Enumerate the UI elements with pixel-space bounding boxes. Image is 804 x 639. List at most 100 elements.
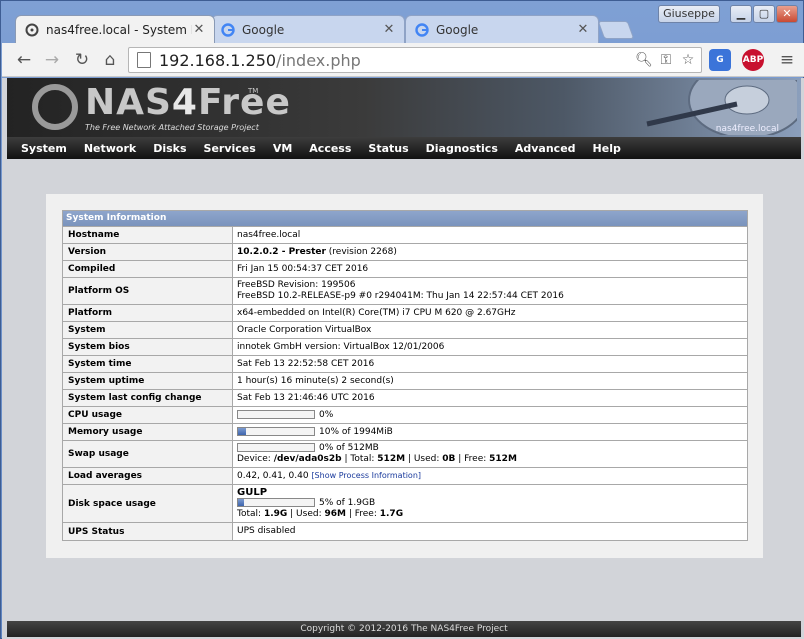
row-label: CPU usage (63, 407, 233, 423)
tab-google-2[interactable]: Google ✕ (405, 15, 599, 43)
platform-os-value: FreeBSD Revision: 199506 FreeBSD 10.2-RE… (233, 278, 747, 304)
key-icon[interactable]: ⚿ (657, 51, 675, 69)
menu-icon[interactable]: ≡ (777, 50, 797, 70)
row-platform-os: Platform OS FreeBSD Revision: 199506 Fre… (63, 277, 747, 304)
row-label: System uptime (63, 373, 233, 389)
row-label: Hostname (63, 227, 233, 243)
row-memory-usage: Memory usage 10% of 1994MiB (63, 423, 747, 440)
close-tab-icon[interactable]: ✕ (576, 22, 590, 37)
nav-advanced[interactable]: Advanced (515, 142, 576, 155)
row-system: System Oracle Corporation VirtualBox (63, 321, 747, 338)
disk-totals-line: Total: 1.9G | Used: 96M | Free: 1.7G (237, 509, 747, 520)
row-label: System last config change (63, 390, 233, 406)
disk-free: 1.7G (379, 509, 404, 519)
disk-total-prefix: Total: (237, 509, 262, 519)
close-tab-icon[interactable]: ✕ (382, 22, 396, 37)
google-favicon-icon (220, 22, 236, 38)
nav-help[interactable]: Help (593, 142, 621, 155)
banner-hostname: nas4free.local (715, 124, 779, 134)
system-information-table: System Information Hostname nas4free.loc… (62, 210, 748, 541)
row-system-time: System time Sat Feb 13 22:52:58 CET 2016 (63, 355, 747, 372)
page-footer: Copyright © 2012-2016 The NAS4Free Proje… (7, 621, 801, 637)
url-text[interactable]: 192.168.1.250/index.php (159, 51, 635, 70)
row-version: Version 10.2.0.2 - Prester (revision 226… (63, 243, 747, 260)
uptime-value: 1 hour(s) 16 minute(s) 2 second(s) (237, 375, 394, 386)
nav-services[interactable]: Services (204, 142, 256, 155)
address-bar[interactable]: 192.168.1.250/index.php 🔍︎ ⚿ ☆ (128, 47, 702, 73)
nav-vm[interactable]: VM (273, 142, 292, 155)
page-icon (137, 52, 151, 68)
logo-prefix: NAS (85, 82, 172, 123)
swap-total-prefix: | Total: (344, 454, 375, 464)
platform-value: x64-embedded on Intel(R) Core(TM) i7 CPU… (237, 307, 516, 318)
user-profile-button[interactable]: Giuseppe (658, 5, 720, 23)
version-value: 10.2.0.2 - Prester (revision 2268) (233, 244, 747, 260)
browser-window: nas4free.local - System Inf ✕ Google ✕ G… (0, 0, 804, 639)
bios-value: innotek GmbH version: VirtualBox 12/01/2… (237, 341, 445, 352)
row-label: System bios (63, 339, 233, 355)
bookmark-star-icon[interactable]: ☆ (679, 51, 697, 69)
row-label: System (63, 322, 233, 338)
swap-usage-value: 0% of 512MB Device: /dev/ada0s2b | Total… (233, 441, 747, 467)
row-label: Platform OS (63, 278, 233, 304)
close-window-icon[interactable]: ✕ (776, 5, 798, 23)
row-label: Swap usage (63, 441, 233, 467)
nav-disks[interactable]: Disks (153, 142, 186, 155)
swap-free: 512M (489, 454, 517, 464)
adblock-plus-icon[interactable]: ABP (742, 49, 764, 71)
row-platform: Platform x64-embedded on Intel(R) Core(T… (63, 304, 747, 321)
row-ups-status: UPS Status UPS disabled (63, 522, 747, 540)
url-path: /index.php (276, 50, 361, 70)
row-label: UPS Status (63, 523, 233, 540)
close-tab-icon[interactable]: ✕ (192, 22, 206, 37)
memory-usage-bar (237, 426, 315, 436)
minimize-icon[interactable]: ▁ (730, 5, 752, 23)
disk-used: 96M (324, 509, 346, 519)
google-translate-icon[interactable]: G (709, 49, 731, 71)
row-label: Compiled (63, 261, 233, 277)
row-system-uptime: System uptime 1 hour(s) 16 minute(s) 2 s… (63, 372, 747, 389)
bar-fill (238, 499, 245, 506)
row-last-config-change: System last config change Sat Feb 13 21:… (63, 389, 747, 406)
nav-status[interactable]: Status (368, 142, 408, 155)
tab-title: nas4free.local - System Inf (46, 22, 192, 37)
row-hostname: Hostname nas4free.local (63, 226, 747, 243)
nav-access[interactable]: Access (309, 142, 351, 155)
tab-google-1[interactable]: Google ✕ (211, 15, 405, 43)
row-label: Load averages (63, 468, 233, 484)
logo-number: 4 (171, 82, 198, 123)
disk-name: GULP (237, 487, 268, 498)
banner-tagline: The Free Network Attached Storage Projec… (85, 123, 259, 132)
row-compiled: Compiled Fri Jan 15 00:54:37 CET 2016 (63, 260, 747, 277)
new-tab-button[interactable] (597, 21, 635, 39)
row-label: Disk space usage (63, 485, 233, 522)
reload-icon[interactable]: ↻ (72, 50, 92, 70)
nav-system[interactable]: System (21, 142, 67, 155)
home-icon[interactable]: ⌂ (100, 50, 120, 70)
zoom-icon[interactable]: 🔍︎ (635, 51, 653, 69)
row-label: Platform (63, 305, 233, 321)
row-disk-space-usage: Disk space usage GULP 5% of 1.9GB Total:… (63, 484, 747, 522)
show-process-info-link[interactable]: [Show Process Information] (311, 471, 421, 480)
disk-total: 1.9G (263, 509, 288, 519)
logo-suffix: Free (197, 82, 291, 123)
row-cpu-usage: CPU usage 0% (63, 406, 747, 423)
tab-nas4free[interactable]: nas4free.local - System Inf ✕ (15, 15, 215, 43)
disk-used-prefix: | Used: (290, 509, 322, 519)
cpu-usage-bar (237, 409, 315, 419)
forward-icon[interactable]: → (42, 50, 62, 70)
nav-diagnostics[interactable]: Diagnostics (426, 142, 498, 155)
version-main: 10.2.0.2 - Prester (237, 246, 326, 257)
trademark: TM (248, 87, 259, 95)
back-icon[interactable]: ← (14, 50, 34, 70)
swap-used: 0B (442, 454, 456, 464)
main-nav: System Network Disks Services VM Access … (7, 137, 801, 159)
last-config-value: Sat Feb 13 21:46:46 UTC 2016 (237, 392, 375, 403)
load-averages-text: 0.42, 0.41, 0.40 (237, 471, 309, 481)
row-label: Version (63, 244, 233, 260)
nav-network[interactable]: Network (84, 142, 136, 155)
nas4free-banner: NAS4Free TM The Free Network Attached St… (7, 78, 801, 137)
maximize-icon[interactable]: ▢ (753, 5, 775, 23)
memory-usage-value: 10% of 1994MiB (233, 424, 747, 440)
tab-title: Google (242, 22, 285, 37)
